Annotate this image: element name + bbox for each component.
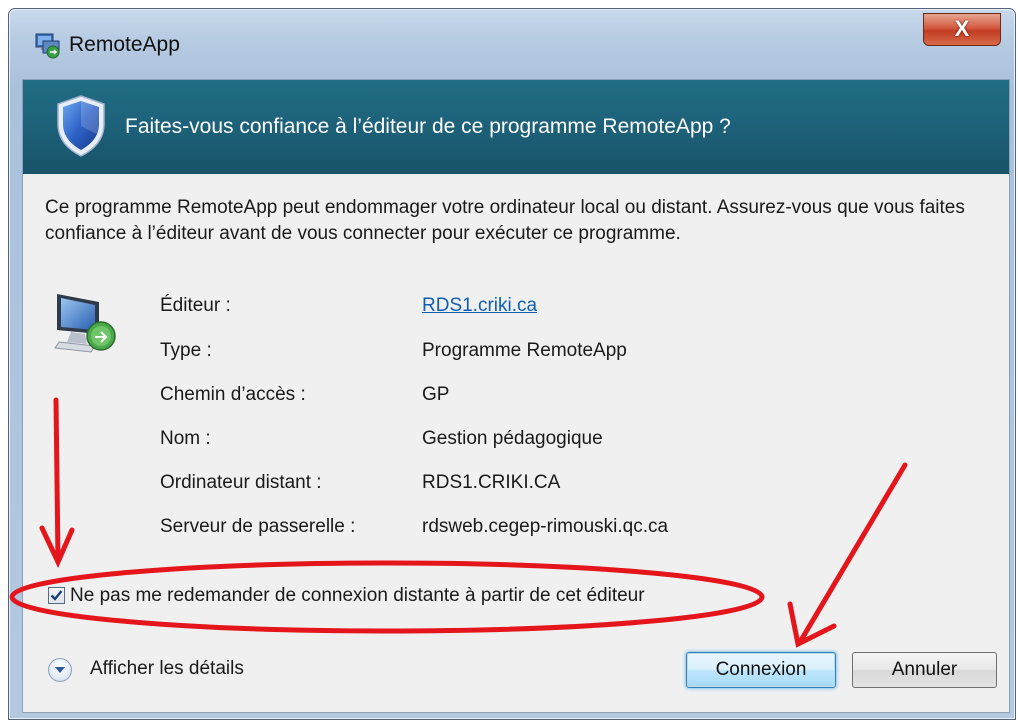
- warning-description: Ce programme RemoteApp peut endommager v…: [45, 197, 965, 244]
- shield-icon: [57, 95, 105, 157]
- header-title: Faites-vous confiance à l’éditeur de ce …: [125, 115, 731, 138]
- detail-label: Type :: [160, 340, 212, 361]
- dialog-header: Faites-vous confiance à l’éditeur de ce …: [23, 80, 1009, 174]
- window-title: RemoteApp: [69, 33, 180, 56]
- remoteapp-icon: [35, 33, 60, 59]
- show-details-label[interactable]: Afficher les détails: [90, 658, 244, 680]
- editor-link[interactable]: RDS1.criki.ca: [422, 295, 537, 317]
- close-icon: X: [954, 16, 970, 41]
- remote-computer-icon: [54, 294, 116, 353]
- cancel-button[interactable]: Annuler: [852, 652, 997, 688]
- detail-label: Chemin d’accès :: [160, 384, 306, 405]
- dont-ask-again-checkbox[interactable]: [48, 587, 65, 604]
- connect-button[interactable]: Connexion: [686, 652, 836, 688]
- detail-value: RDS1.CRIKI.CA: [422, 472, 561, 493]
- checkmark-icon: [50, 590, 63, 601]
- detail-label: Éditeur :: [160, 295, 231, 316]
- detail-label: Serveur de passerelle :: [160, 516, 356, 537]
- detail-value: rdsweb.cegep-rimouski.qc.ca: [422, 516, 669, 537]
- title-bar[interactable]: RemoteApp X: [9, 9, 1015, 79]
- dialog-content: Faites-vous confiance à l’éditeur de ce …: [22, 79, 1010, 713]
- close-button[interactable]: X: [923, 13, 1001, 46]
- remoteapp-dialog-window: RemoteApp X Faites-vous confiance à l’éd…: [8, 8, 1016, 720]
- detail-value: Gestion pédagogique: [422, 428, 603, 449]
- chevron-down-icon[interactable]: [48, 658, 72, 682]
- detail-value: GP: [422, 384, 450, 405]
- detail-label: Ordinateur distant :: [160, 472, 322, 493]
- detail-label: Nom :: [160, 428, 211, 449]
- dont-ask-again-label[interactable]: Ne pas me redemander de connexion distan…: [70, 585, 645, 607]
- detail-value: Programme RemoteApp: [422, 340, 627, 361]
